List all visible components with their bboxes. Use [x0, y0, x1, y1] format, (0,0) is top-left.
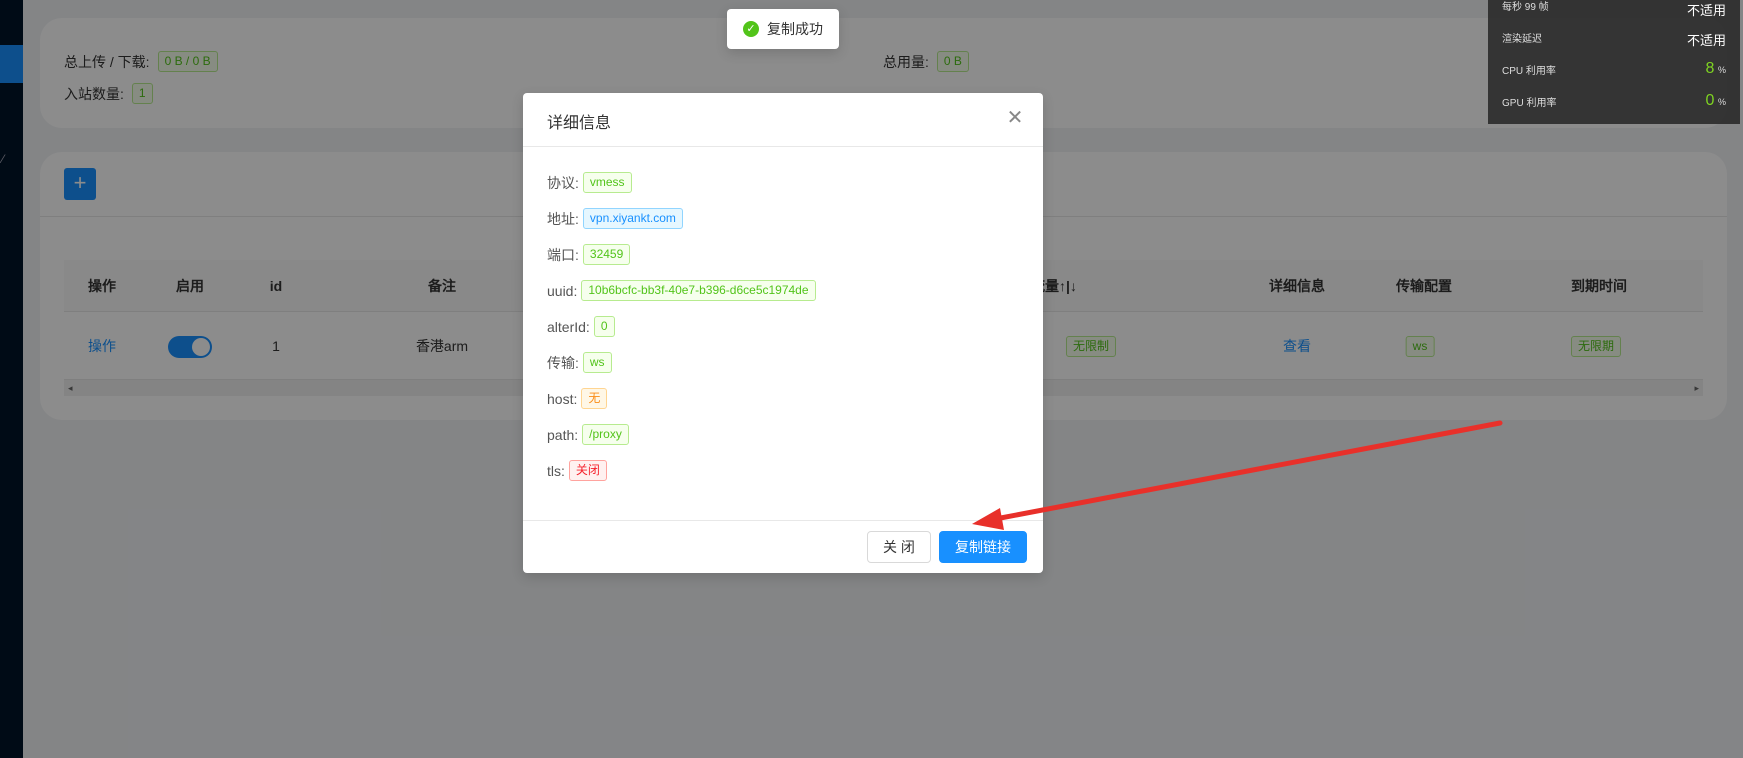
field-value: 无: [581, 388, 608, 409]
cpu-value-wrap: 8 %: [1705, 60, 1726, 78]
field-label: alterId:: [547, 318, 590, 335]
field-port: 端口: 32459: [547, 244, 631, 265]
copy-link-button[interactable]: 复制链接: [939, 531, 1027, 563]
field-label: 传输:: [547, 354, 579, 371]
field-value: 关闭: [568, 460, 607, 481]
check-circle-icon: ✓: [743, 21, 759, 37]
gpu-label: GPU 利用率: [1502, 98, 1557, 109]
gpu-unit: %: [1717, 97, 1726, 107]
field-label: host:: [547, 390, 578, 407]
field-address: 地址: vpn.xiyankt.com: [547, 208, 683, 229]
modal-header: 详细信息 ✕: [523, 93, 1043, 147]
field-label: tls:: [547, 462, 565, 479]
close-icon[interactable]: ✕: [1005, 108, 1025, 128]
field-protocol: 协议: vmess: [547, 172, 632, 193]
fps-label: 每秒 99 帧: [1502, 2, 1549, 13]
field-value: vpn.xiyankt.com: [582, 208, 683, 229]
fps-row: 每秒 99 帧 不适用: [1502, 0, 1726, 18]
render-delay-row: 渲染延迟 不适用: [1502, 30, 1726, 48]
gpu-value-wrap: 0 %: [1705, 92, 1726, 110]
modal-footer: 关 闭 复制链接: [523, 520, 1043, 573]
copy-success-toast: ✓ 复制成功: [727, 9, 839, 49]
field-label: path:: [547, 426, 579, 443]
field-uuid: uuid: 10b6bcfc-bb3f-40e7-b396-d6ce5c1974…: [547, 280, 816, 301]
field-value: 32459: [582, 244, 631, 265]
cpu-value: 8: [1705, 60, 1715, 77]
cpu-label: CPU 利用率: [1502, 66, 1556, 77]
field-alterid: alterId: 0: [547, 316, 615, 337]
close-button[interactable]: 关 闭: [867, 531, 931, 563]
field-label: 地址:: [547, 210, 579, 227]
gpu-value: 0: [1705, 92, 1715, 109]
field-value: 0: [593, 316, 615, 337]
field-value: ws: [582, 352, 612, 373]
render-delay-label: 渲染延迟: [1502, 34, 1542, 45]
modal-title: 详细信息: [547, 115, 612, 132]
field-value: /proxy: [582, 424, 629, 445]
cpu-row: CPU 利用率 8 %: [1502, 60, 1726, 80]
cpu-unit: %: [1717, 65, 1726, 75]
toast-message: 复制成功: [767, 21, 823, 37]
field-path: path: /proxy: [547, 424, 629, 445]
field-label: uuid:: [547, 282, 578, 299]
detail-modal: 详细信息 ✕ 协议: vmess 地址: vpn.xiyankt.com 端口:…: [523, 93, 1043, 573]
render-delay-value: 不适用: [1686, 33, 1726, 48]
field-tls: tls: 关闭: [547, 460, 607, 481]
field-value: vmess: [582, 172, 632, 193]
field-value: 10b6bcfc-bb3f-40e7-b396-d6ce5c1974de: [581, 280, 816, 301]
field-label: 端口:: [547, 246, 579, 263]
field-label: 协议:: [547, 174, 579, 191]
fps-value: 不适用: [1686, 3, 1726, 18]
gpu-row: GPU 利用率 0 %: [1502, 92, 1726, 112]
field-host: host: 无: [547, 388, 608, 409]
field-transport: 传输: ws: [547, 352, 612, 373]
performance-overlay: 每秒 99 帧 不适用 渲染延迟 不适用 CPU 利用率 8 % GPU 利用率…: [1488, 0, 1740, 124]
